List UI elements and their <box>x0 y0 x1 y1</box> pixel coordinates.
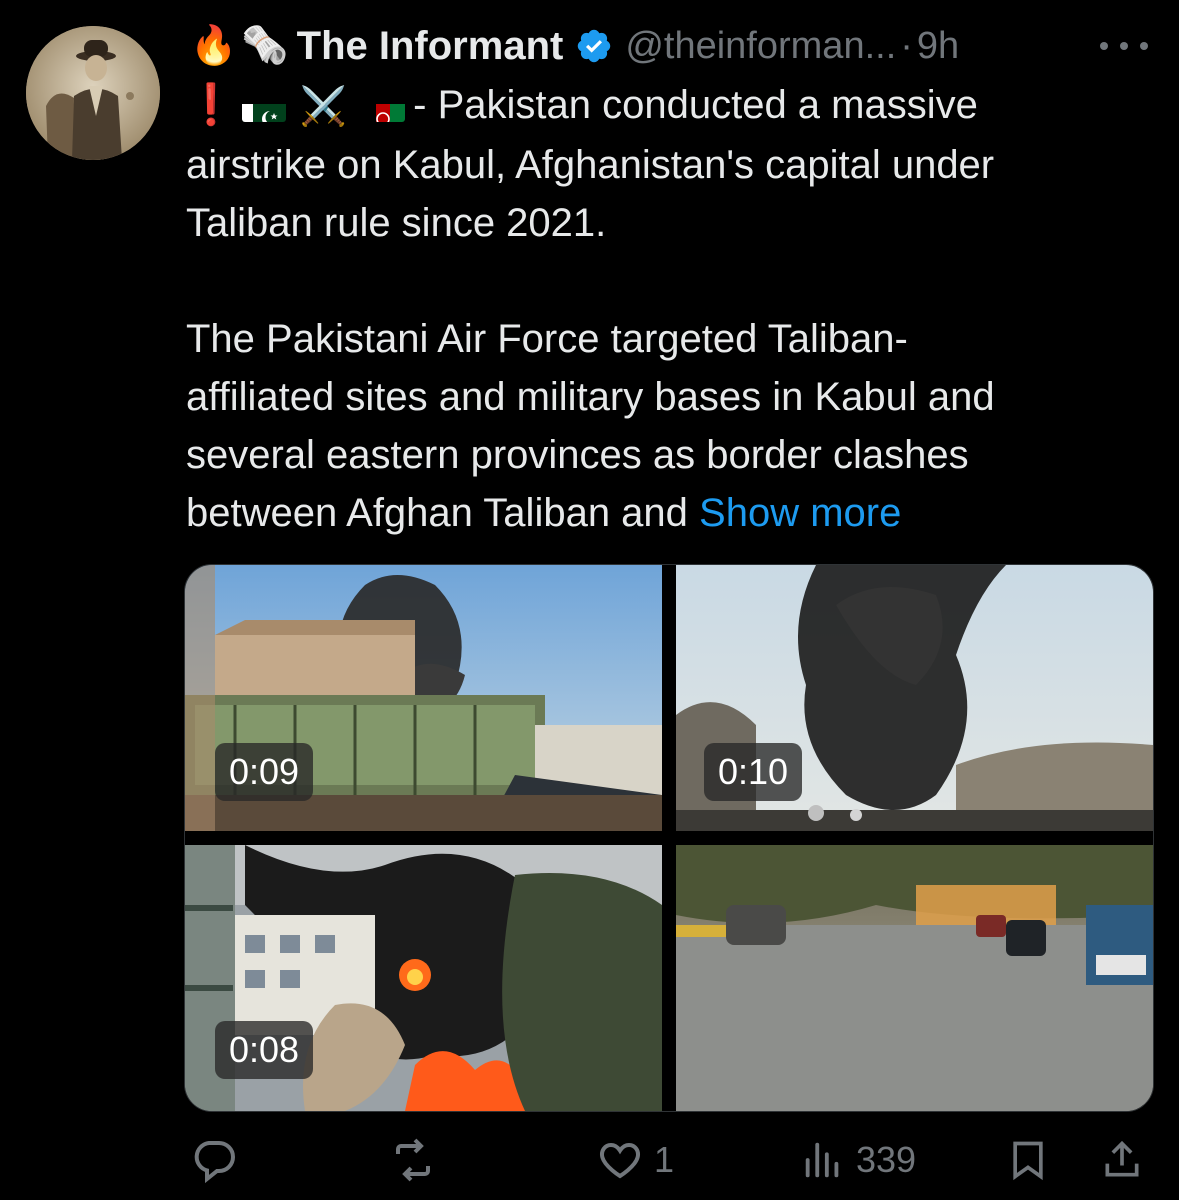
tweet-line: ❗ ⚔️ - Pakistan conducted a massive <box>186 76 1146 136</box>
heart-icon <box>600 1142 640 1179</box>
reply-button[interactable] <box>190 1136 248 1184</box>
tweet-line-1: - Pakistan conducted a massive <box>413 83 978 127</box>
video-duration-2: 0:10 <box>704 743 803 801</box>
tweet-header: 🔥 🗞️ The Informant @theinforman... · 9h <box>190 20 959 72</box>
author-handle[interactable]: @theinforman... <box>625 25 896 68</box>
tweet-text: ❗ ⚔️ - Pakistan conducted a massive airs… <box>186 76 1146 542</box>
bookmark-icon <box>1013 1141 1043 1181</box>
flags-group: ⚔️ <box>241 78 406 136</box>
verified-badge-icon <box>575 27 613 65</box>
video-thumbnail-3[interactable]: 0:08 <box>185 845 662 1111</box>
show-more-link[interactable]: Show more <box>699 491 901 535</box>
post-time[interactable]: 9h <box>917 25 959 68</box>
video-duration-1: 0:09 <box>215 743 314 801</box>
tweet-line-7: between Afghan Taliban and Show more <box>186 484 1146 542</box>
newspaper-emoji-icon: 🗞️ <box>241 25 289 67</box>
views-chart-icon <box>805 1142 839 1178</box>
bookmark-button[interactable] <box>1006 1136 1050 1184</box>
action-bar: 1 339 <box>0 1132 1179 1188</box>
video-thumbnail-4[interactable] <box>676 845 1153 1111</box>
more-options-icon[interactable] <box>1100 26 1148 66</box>
views-button[interactable]: 339 <box>800 1136 916 1184</box>
media-grid: 0:09 0:10 0:08 <box>184 564 1154 1112</box>
pakistan-flag-icon <box>241 92 286 123</box>
tweet-line-4: The Pakistani Air Force targeted Taliban… <box>186 317 908 362</box>
avatar[interactable] <box>26 26 160 160</box>
video-thumbnail-1[interactable]: 0:09 <box>185 565 662 831</box>
reply-icon <box>194 1141 235 1184</box>
share-button[interactable] <box>1100 1136 1144 1184</box>
video-duration-3: 0:08 <box>215 1021 314 1079</box>
repost-button[interactable] <box>388 1136 448 1184</box>
tweet-line-3: Taliban rule since 2021. <box>186 201 607 246</box>
author-display-name[interactable]: The Informant <box>297 24 564 69</box>
afghanistan-flag-icon <box>361 92 406 123</box>
view-count: 339 <box>856 1139 917 1180</box>
share-icon <box>1105 1140 1139 1177</box>
tweet-line-2: airstrike on Kabul, Afghanistan's capita… <box>186 143 995 188</box>
fire-emoji-icon: 🔥 <box>190 25 238 67</box>
like-count: 1 <box>654 1139 675 1180</box>
crossed-swords-icon: ⚔️ <box>299 86 348 129</box>
video-thumbnail-2[interactable]: 0:10 <box>676 565 1153 831</box>
tweet-line-7-text: between Afghan Taliban and <box>186 491 688 536</box>
separator-dot: · <box>900 24 913 67</box>
tweet-line-5: affiliated sites and military bases in K… <box>186 375 995 420</box>
like-button[interactable]: 1 <box>596 1136 674 1184</box>
exclamation-emoji-icon: ❗ <box>186 83 236 127</box>
repost-icon <box>396 1138 430 1182</box>
tweet-line-6: several eastern provinces as border clas… <box>186 433 969 478</box>
